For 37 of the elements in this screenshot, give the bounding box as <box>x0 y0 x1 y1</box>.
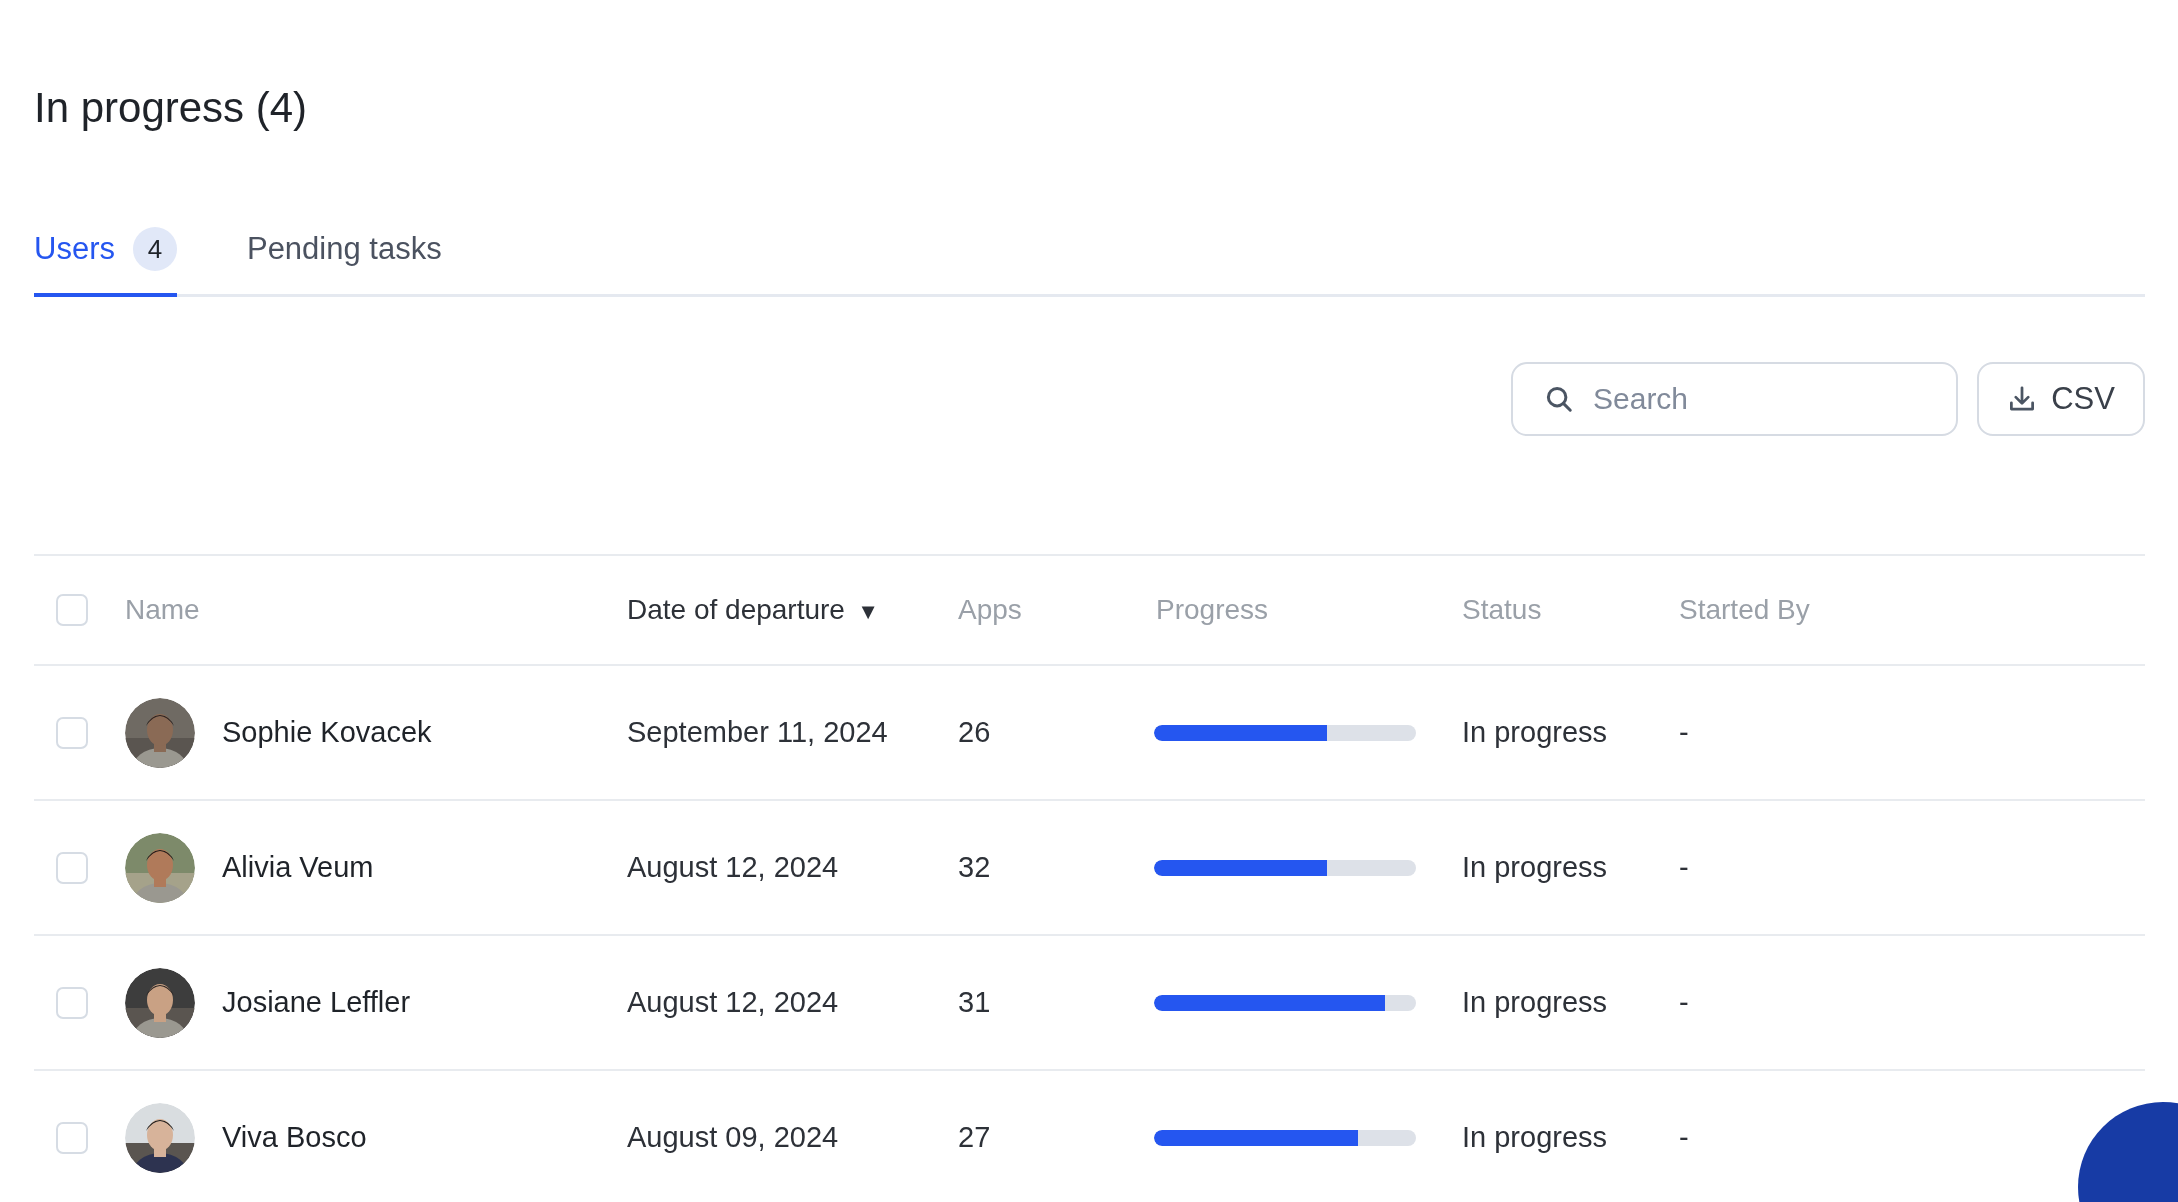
table-cell: August 12, 2024 <box>627 986 839 1018</box>
table-cell: In progress <box>1462 986 1608 1018</box>
row-checkbox[interactable] <box>56 716 88 749</box>
table-cell: In progress <box>1462 851 1608 883</box>
row-checkbox[interactable] <box>56 986 88 1019</box>
row-checkbox[interactable] <box>56 1121 88 1154</box>
table-cell: - <box>1679 1121 1689 1153</box>
csv-download-button[interactable]: CSV <box>1977 362 2145 436</box>
table-cell: 27 <box>958 1121 991 1153</box>
tab[interactable]: Pending tasks <box>246 227 442 297</box>
table-cell: - <box>1679 716 1689 748</box>
table-cell: 32 <box>958 851 991 883</box>
column-header[interactable]: Name <box>125 594 627 626</box>
column-header[interactable]: Status <box>1462 594 1679 626</box>
table-cell: August 09, 2024 <box>627 1121 839 1153</box>
table-cell: August 12, 2024 <box>627 851 839 883</box>
table-cell: In progress <box>1462 716 1608 748</box>
table-cell: - <box>1679 986 1689 1018</box>
table-cell: 31 <box>958 986 991 1018</box>
select-all-checkbox[interactable] <box>56 594 88 626</box>
table-cell: - <box>1679 851 1689 883</box>
user-name: Sophie Kovacek <box>222 716 432 749</box>
page-title: In progress (4) <box>34 83 309 133</box>
user-name: Alivia Veum <box>222 851 374 884</box>
count-badge: 4 <box>132 227 177 271</box>
column-header[interactable]: Started By <box>1679 594 2145 626</box>
table-cell: September 11, 2024 <box>627 716 888 748</box>
tab[interactable]: Users 4 <box>34 227 177 297</box>
table-cell: In progress <box>1462 1121 1608 1153</box>
column-header[interactable]: Progress <box>1156 594 1462 626</box>
user-name: Viva Bosco <box>222 1121 367 1154</box>
column-header[interactable]: Date of departure ▼ <box>627 594 958 626</box>
user-name: Josiane Leffler <box>222 986 411 1019</box>
table-cell: 26 <box>958 716 991 748</box>
row-checkbox[interactable] <box>56 851 88 884</box>
search-field[interactable]: Search <box>1511 362 1958 436</box>
column-header[interactable]: Apps <box>958 594 1156 626</box>
